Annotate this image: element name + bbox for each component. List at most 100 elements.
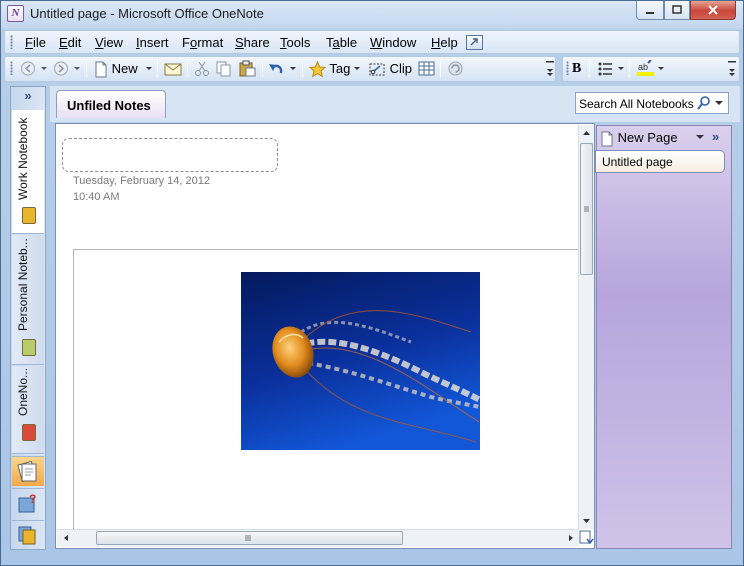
arrow-left-icon xyxy=(64,535,68,541)
highlight-button[interactable]: ab xyxy=(636,59,666,77)
chevron-down-icon xyxy=(715,101,723,105)
search-scope-dropdown[interactable] xyxy=(714,95,724,114)
toolbar-separator xyxy=(262,60,263,77)
new-page-icon xyxy=(601,131,613,147)
notebook-help-icon: ? xyxy=(18,492,36,513)
arrow-up-icon xyxy=(583,131,590,135)
screen-clipping-button[interactable]: Clip xyxy=(368,60,412,77)
notebook-tab-personal[interactable]: Personal Noteb... xyxy=(12,235,44,365)
jellyfish-image[interactable] xyxy=(241,272,480,450)
unfiled-notes-icon xyxy=(17,460,37,483)
copy-button[interactable] xyxy=(215,60,232,77)
paste-button[interactable] xyxy=(238,60,256,77)
sync-icon xyxy=(448,61,463,76)
expand-navigation-button[interactable]: » xyxy=(12,88,44,108)
page-title-input[interactable] xyxy=(62,138,278,172)
maximize-icon xyxy=(672,5,682,14)
scroll-left-button[interactable] xyxy=(61,533,71,545)
tag-button[interactable]: Tag xyxy=(308,60,351,78)
new-page-button[interactable]: New Page xyxy=(598,127,710,149)
tag-dropdown-arrow[interactable] xyxy=(353,60,361,77)
clipboard-icon xyxy=(239,60,256,77)
new-button[interactable]: New xyxy=(94,60,138,78)
table-icon xyxy=(418,61,435,76)
notebook-stack-icon xyxy=(18,526,36,545)
new-dropdown-arrow[interactable] xyxy=(145,60,153,77)
horizontal-scroll-thumb[interactable] xyxy=(96,531,403,545)
help-notebook-button[interactable]: ? xyxy=(12,488,44,518)
chevron-down-icon xyxy=(146,67,152,70)
menu-insert[interactable]: Insert xyxy=(136,35,169,50)
insert-table-button[interactable] xyxy=(418,60,435,77)
toolbar-overflow-button[interactable] xyxy=(545,58,555,78)
menu-format[interactable]: Format xyxy=(182,35,223,50)
full-page-view-icon[interactable] xyxy=(466,35,483,50)
email-icon xyxy=(164,63,182,76)
overflow-chevron-icon xyxy=(728,61,736,76)
toolbar-grip[interactable] xyxy=(10,61,13,75)
tag-button-label: Tag xyxy=(329,61,351,76)
menu-edit[interactable]: Edit xyxy=(59,35,81,50)
menu-file[interactable]: File xyxy=(25,35,46,50)
menu-view[interactable]: View xyxy=(95,35,123,50)
svg-text:ab: ab xyxy=(638,62,648,72)
sync-button[interactable] xyxy=(447,60,464,77)
toolbar-separator xyxy=(187,60,188,77)
notebook-icon xyxy=(22,207,36,224)
close-button[interactable] xyxy=(690,1,736,20)
forward-button[interactable] xyxy=(53,60,81,77)
section-tab-unfiled-notes[interactable]: Unfiled Notes xyxy=(56,90,166,118)
toolbar-separator xyxy=(302,60,303,77)
notebook-label: OneNo... xyxy=(16,367,30,416)
page-date: Tuesday, February 14, 2012 xyxy=(73,175,210,187)
vertical-scroll-thumb[interactable] xyxy=(580,143,593,275)
cut-button[interactable] xyxy=(194,60,210,77)
notebook-tab-work[interactable]: Work Notebook xyxy=(12,110,44,234)
minimize-icon xyxy=(646,12,654,14)
page-tab-untitled-page[interactable]: Untitled page xyxy=(595,150,725,173)
toolbar-separator xyxy=(629,60,630,77)
scissors-icon xyxy=(195,61,209,76)
bullets-button[interactable] xyxy=(597,60,627,77)
toolbar-separator xyxy=(86,60,87,77)
arrow-right-icon xyxy=(569,535,573,541)
menu-tools[interactable]: Tools xyxy=(280,35,310,50)
scroll-right-button[interactable] xyxy=(566,533,576,545)
new-page-dropdown[interactable] xyxy=(695,131,705,146)
notebook-icon xyxy=(22,424,36,441)
notebook-icon xyxy=(22,339,36,356)
scroll-down-button[interactable] xyxy=(580,516,593,528)
notebook-tab-onenote[interactable]: OneNo... xyxy=(12,366,44,454)
new-page-label: New Page xyxy=(617,130,678,145)
scroll-up-button[interactable] xyxy=(580,128,593,140)
search-placeholder: Search All Notebooks xyxy=(579,97,694,111)
menu-window[interactable]: Window xyxy=(370,35,416,50)
collapse-page-tabs-button[interactable]: » xyxy=(712,129,719,144)
maximize-button[interactable] xyxy=(664,1,690,20)
back-arrow-icon xyxy=(21,61,47,76)
toolbar-separator xyxy=(440,60,441,77)
forward-arrow-icon xyxy=(54,61,80,76)
menubar-grip[interactable] xyxy=(10,35,13,49)
menu-share[interactable]: Share xyxy=(235,35,270,50)
onenote-app-icon[interactable]: N xyxy=(7,5,24,22)
page-layout-toggle[interactable] xyxy=(578,529,595,547)
menu-help[interactable]: Help xyxy=(431,35,458,50)
window-title: Untitled page - Microsoft Office OneNote xyxy=(30,6,264,21)
highlighter-icon: ab xyxy=(637,59,664,76)
notebook-label: Personal Noteb... xyxy=(16,238,30,331)
chevron-down-icon xyxy=(696,135,704,139)
back-button[interactable] xyxy=(20,60,48,77)
undo-button[interactable] xyxy=(268,60,300,77)
unfiled-notes-button[interactable] xyxy=(12,456,44,486)
all-notebooks-button[interactable] xyxy=(12,520,44,550)
notebook-label: Work Notebook xyxy=(16,117,30,200)
menu-table[interactable]: Table xyxy=(326,35,357,50)
search-icon[interactable] xyxy=(697,95,711,114)
toolbar-grip[interactable] xyxy=(566,61,569,75)
email-page-button[interactable] xyxy=(164,60,182,77)
chevron-down-icon xyxy=(354,67,360,70)
bold-button[interactable]: B xyxy=(572,60,581,77)
minimize-button[interactable] xyxy=(636,1,664,20)
toolbar2-overflow-button[interactable] xyxy=(727,58,737,78)
